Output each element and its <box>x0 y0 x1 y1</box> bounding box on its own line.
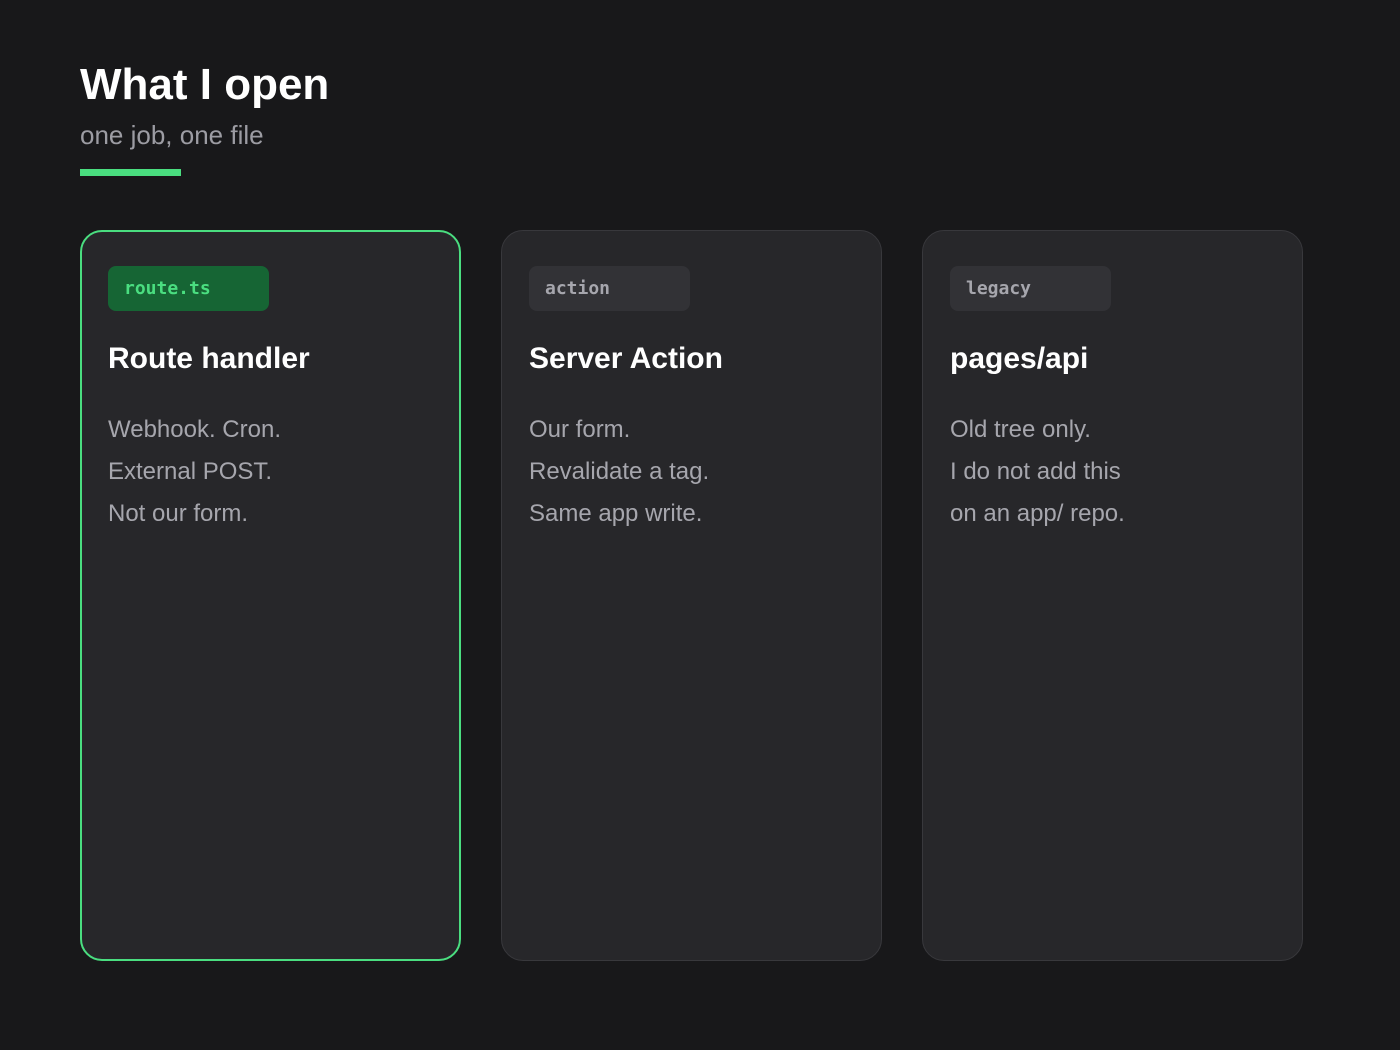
card-pages-api[interactable]: legacy pages/api Old tree only. I do not… <box>922 230 1303 961</box>
card-description: Our form. Revalidate a tag. Same app wri… <box>529 409 854 535</box>
card-description: Old tree only. I do not add this on an a… <box>950 409 1275 535</box>
page-title: What I open <box>80 60 330 109</box>
card-title: Server Action <box>529 342 723 375</box>
card-line: I do not add this <box>950 458 1121 485</box>
card-tag: action <box>529 266 690 311</box>
card-route-handler[interactable]: route.ts Route handler Webhook. Cron. Ex… <box>80 230 461 961</box>
card-line: on an app/ repo. <box>950 500 1125 527</box>
card-description: Webhook. Cron. External POST. Not our fo… <box>108 409 433 535</box>
card-title: pages/api <box>950 342 1089 375</box>
card-line: Revalidate a tag. <box>529 458 710 485</box>
card-line: Our form. <box>529 416 631 443</box>
card-tag: route.ts <box>108 266 269 311</box>
accent-divider <box>80 169 181 176</box>
card-line: Not our form. <box>108 500 249 527</box>
card-title: Route handler <box>108 342 310 375</box>
card-line: Old tree only. <box>950 416 1091 443</box>
card-server-action[interactable]: action Server Action Our form. Revalidat… <box>501 230 882 961</box>
page-subtitle: one job, one file <box>80 120 264 150</box>
card-line: Same app write. <box>529 500 703 527</box>
card-line: External POST. <box>108 458 273 485</box>
header: What I open one job, one file <box>80 60 329 176</box>
card-line: Webhook. Cron. <box>108 416 281 443</box>
card-tag: legacy <box>950 266 1111 311</box>
card-list: route.ts Route handler Webhook. Cron. Ex… <box>80 230 1303 961</box>
